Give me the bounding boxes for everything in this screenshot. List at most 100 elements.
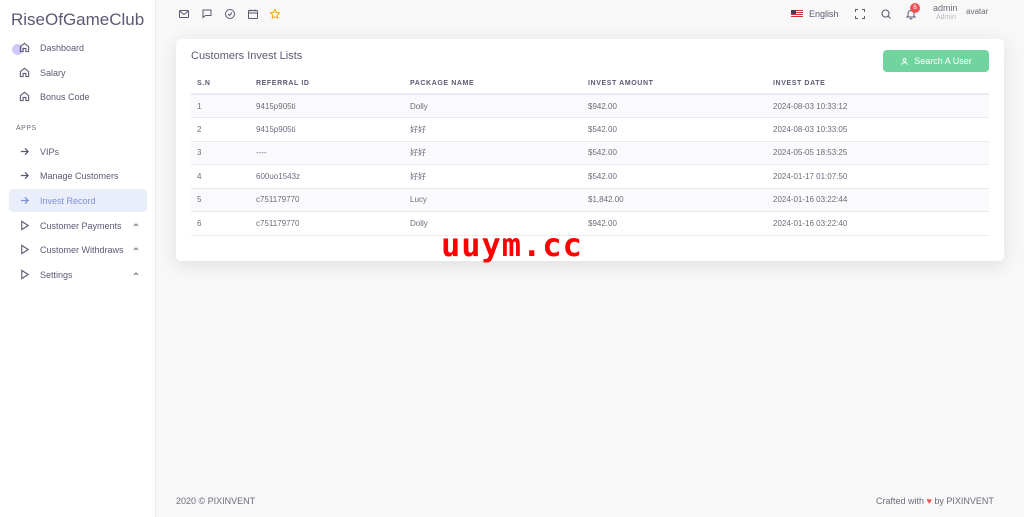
sidebar-item-label: Customer Withdraws [40, 244, 124, 255]
sidebar-item-invest-record[interactable]: Invest Record [9, 189, 147, 212]
sidebar-item-label: Invest Record [40, 195, 96, 206]
cell-package-name: 好好 [404, 117, 582, 142]
cell-invest-date: 2024-08-03 10:33:12 [767, 94, 989, 118]
check-circle-icon[interactable] [223, 7, 236, 20]
cell-referral-id: 9415p905ti [250, 117, 404, 142]
play-icon [17, 219, 31, 233]
arrow-right-icon [17, 145, 31, 159]
sidebar-item-dashboard[interactable]: Dashboard [9, 36, 147, 59]
cell-invest-date: 2024-01-16 03:22:40 [767, 211, 989, 236]
search-user-button[interactable]: Search A User [883, 50, 989, 72]
invest-table: S.N REFERRAL ID PACKAGE NAME INVEST AMOU… [191, 73, 989, 236]
sidebar-item-customer-payments[interactable]: Customer Payments [9, 214, 147, 237]
footer-crafted: Crafted with ♥ by PIXINVENT [876, 496, 994, 506]
cell-referral-id: c751179770 [250, 188, 404, 212]
card-title: Customers Invest Lists [191, 50, 303, 62]
sidebar-item-customer-withdraws[interactable]: Customer Withdraws [9, 238, 147, 261]
cell-sn: 6 [191, 211, 250, 236]
cell-invest-amount: $542.00 [582, 164, 767, 189]
table-row: 6 c751179770 Dolly $942.00 2024-01-16 03… [191, 211, 989, 236]
notification-count-badge: 6 [910, 3, 920, 13]
cell-package-name: Lucy [404, 188, 582, 212]
sidebar-section-label: APPS [16, 125, 37, 132]
column-header-referral-id: REFERRAL ID [250, 73, 404, 95]
footer-copyright: 2020 © PIXINVENT [176, 496, 256, 506]
cell-package-name: Dolly [404, 94, 582, 118]
sidebar-item-salary[interactable]: Salary [9, 61, 147, 84]
home-icon [17, 41, 31, 55]
column-header-invest-date: INVEST DATE [767, 73, 989, 95]
sidebar-item-label: Salary [40, 67, 66, 78]
chevron-up-icon [133, 223, 139, 227]
cell-package-name: 好好 [404, 164, 582, 189]
table-row: 3 ---- 好好 $542.00 2024-05-05 18:53:25 [191, 141, 989, 165]
cell-invest-amount: $542.00 [582, 141, 767, 165]
table-row: 1 9415p905ti Dolly $942.00 2024-08-03 10… [191, 94, 989, 118]
user-name[interactable]: admin [933, 3, 958, 13]
watermark-text: uuym.cc [441, 226, 583, 264]
footer-crafted-prefix: Crafted with [876, 496, 925, 506]
cell-referral-id: 600uo1543z [250, 164, 404, 189]
chevron-up-icon [133, 247, 139, 251]
cell-invest-date: 2024-01-17 01:07:50 [767, 164, 989, 189]
search-icon[interactable] [879, 7, 892, 20]
heart-icon: ♥ [926, 496, 932, 506]
fullscreen-icon[interactable] [853, 7, 866, 20]
cell-referral-id: c751179770 [250, 211, 404, 236]
sidebar-item-label: Dashboard [40, 42, 85, 53]
home-icon [17, 66, 31, 80]
sidebar-item-bonus-code[interactable]: Bonus Code [9, 85, 147, 108]
cell-package-name: 好好 [404, 141, 582, 165]
sidebar-item-label: VIPs [40, 146, 60, 157]
cell-invest-amount: $942.00 [582, 94, 767, 118]
invest-list-card: Customers Invest Lists Search A User S.N… [176, 39, 1004, 261]
sidebar-item-settings[interactable]: Settings [9, 263, 147, 286]
top-navbar: English 6 admin Admin avatar [156, 0, 1024, 30]
table-header-row: S.N REFERRAL ID PACKAGE NAME INVEST AMOU… [191, 73, 989, 95]
cell-invest-amount: $942.00 [582, 211, 767, 236]
cell-invest-amount: $542.00 [582, 117, 767, 142]
chat-icon[interactable] [200, 7, 213, 20]
arrow-right-icon [17, 169, 31, 183]
table-row: 4 600uo1543z 好好 $542.00 2024-01-17 01:07… [191, 164, 989, 189]
brand-logo[interactable]: RiseOfGameClub [11, 10, 144, 30]
user-icon [901, 57, 909, 65]
play-icon [17, 243, 31, 257]
sidebar-item-vips[interactable]: VIPs [9, 140, 147, 163]
home-icon [17, 90, 31, 104]
table-row: 2 9415p905ti 好好 $542.00 2024-08-03 10:33… [191, 117, 989, 142]
column-header-invest-amount: INVEST AMOUNT [582, 73, 767, 95]
cell-sn: 3 [191, 141, 250, 165]
play-icon [17, 268, 31, 282]
sidebar-item-label: Settings [40, 269, 73, 280]
sidebar-item-label: Manage Customers [40, 170, 119, 181]
cell-sn: 2 [191, 117, 250, 142]
chevron-up-icon [133, 272, 139, 276]
cell-referral-id: 9415p905ti [250, 94, 404, 118]
user-role: Admin [936, 14, 956, 21]
sidebar-item-label: Customer Payments [40, 220, 122, 231]
cell-invest-date: 2024-01-16 03:22:44 [767, 188, 989, 212]
cell-invest-date: 2024-05-05 18:53:25 [767, 141, 989, 165]
cell-sn: 4 [191, 164, 250, 189]
column-header-sn: S.N [191, 73, 250, 95]
cell-invest-amount: $1,842.00 [582, 188, 767, 212]
cell-sn: 5 [191, 188, 250, 212]
mail-icon[interactable] [177, 7, 190, 20]
table-row: 5 c751179770 Lucy $1,842.00 2024-01-16 0… [191, 188, 989, 212]
us-flag-icon[interactable] [791, 10, 803, 18]
cell-referral-id: ---- [250, 141, 404, 165]
avatar[interactable]: avatar [966, 7, 988, 16]
sidebar-item-label: Bonus Code [40, 91, 90, 102]
column-header-package-name: PACKAGE NAME [404, 73, 582, 95]
sidebar: RiseOfGameClub Dashboard Salary Bonus Co… [0, 0, 156, 517]
cell-invest-date: 2024-08-03 10:33:05 [767, 117, 989, 142]
sidebar-item-manage-customers[interactable]: Manage Customers [9, 164, 147, 187]
star-icon[interactable] [268, 7, 281, 20]
calendar-icon[interactable] [246, 7, 259, 20]
search-user-button-label: Search A User [914, 56, 972, 66]
cell-sn: 1 [191, 94, 250, 118]
footer-crafted-suffix: by PIXINVENT [934, 496, 994, 506]
arrow-right-icon [17, 194, 31, 208]
language-selector[interactable]: English [809, 9, 839, 19]
